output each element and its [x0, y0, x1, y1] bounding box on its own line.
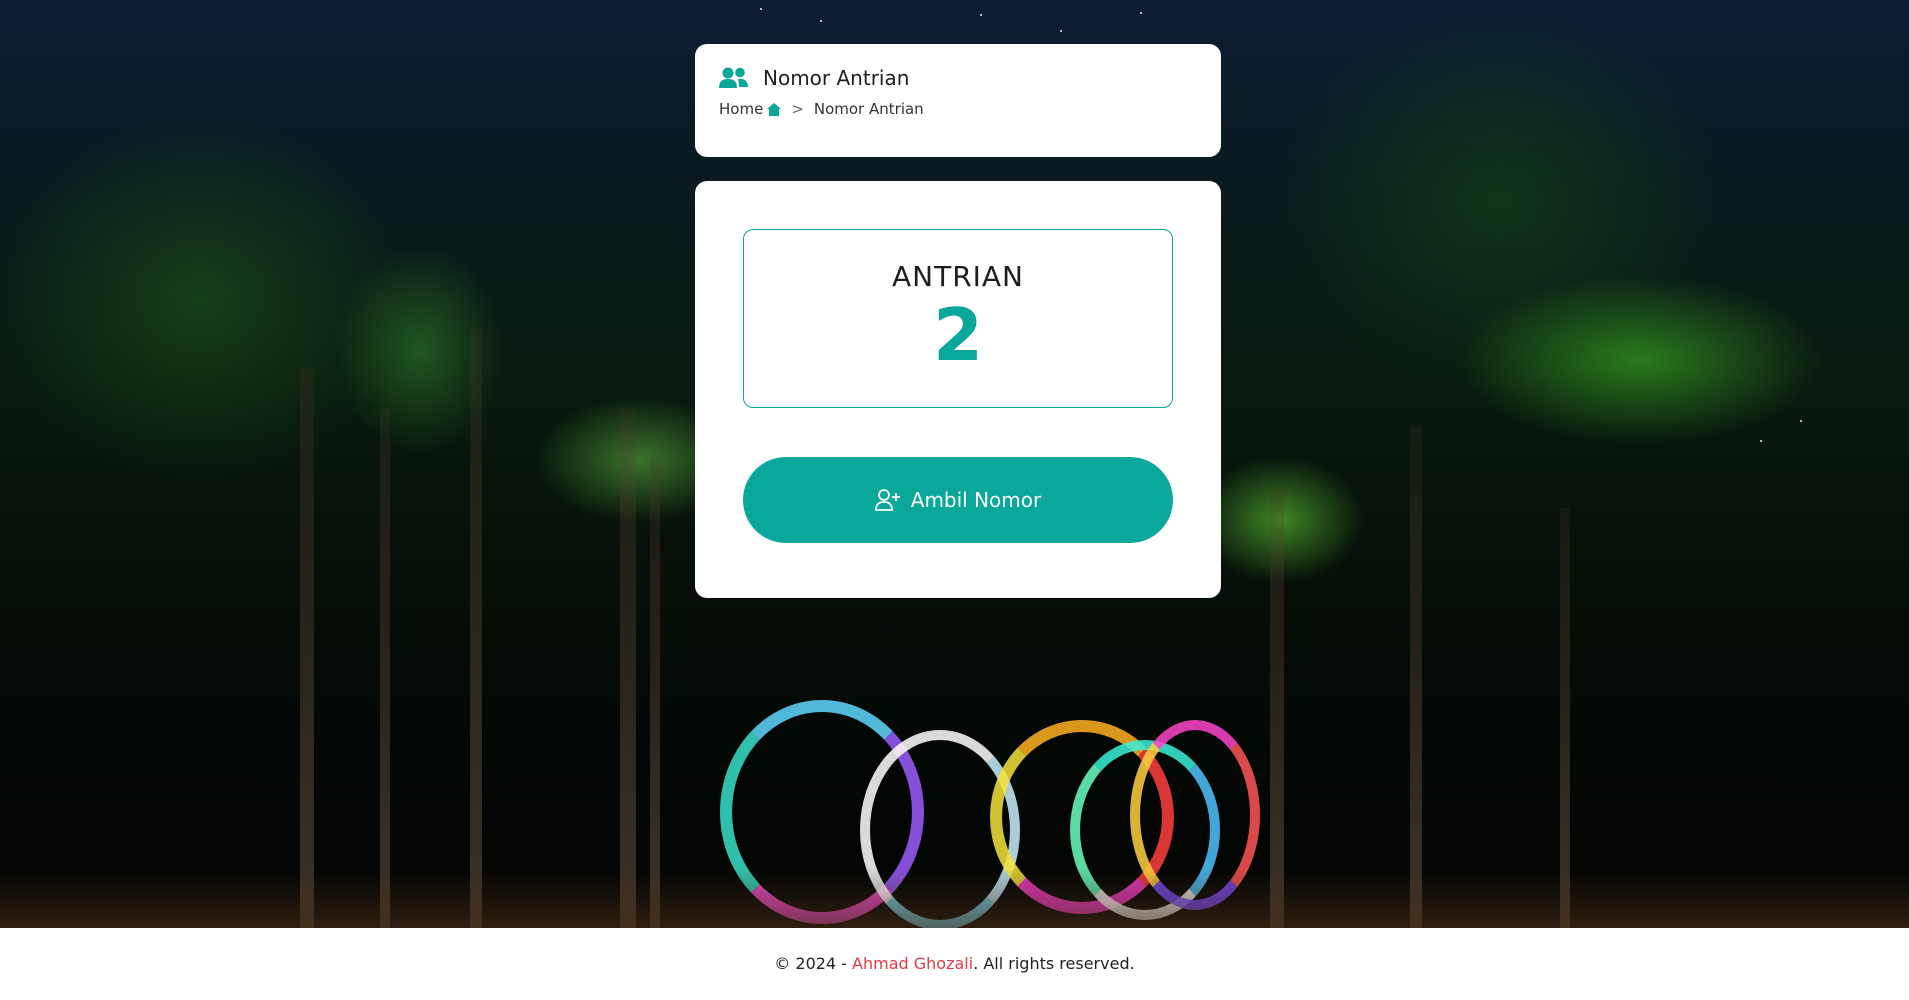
star [1060, 30, 1062, 32]
user-plus-icon [874, 489, 901, 511]
star [760, 8, 762, 10]
page: Nomor Antrian Home > Nomor Antrian ANTRI… [0, 0, 1909, 1000]
tree-trunk [300, 368, 314, 928]
footer: © 2024 - Ahmad Ghozali. All rights reser… [0, 928, 1909, 1000]
breadcrumb-separator: > [791, 100, 804, 118]
breadcrumb-home-link[interactable]: Home [719, 100, 782, 118]
users-icon [719, 67, 748, 89]
footer-prefix: © 2024 - [774, 954, 853, 973]
home-icon [767, 102, 782, 116]
star [980, 14, 982, 16]
footer-suffix: . All rights reserved. [973, 954, 1135, 973]
page-title: Nomor Antrian [763, 66, 910, 90]
breadcrumb: Home > Nomor Antrian [719, 100, 1197, 118]
star [820, 20, 822, 22]
take-number-button[interactable]: Ambil Nomor [743, 457, 1173, 543]
tree-trunk [650, 458, 660, 928]
take-number-label: Ambil Nomor [910, 488, 1042, 512]
tree-trunk [1270, 488, 1284, 928]
header-card: Nomor Antrian Home > Nomor Antrian [695, 44, 1221, 157]
tree-trunk [620, 408, 636, 928]
star [1800, 420, 1802, 422]
queue-display: ANTRIAN 2 [743, 229, 1173, 408]
star [1140, 12, 1142, 14]
tree-trunk [1410, 428, 1422, 928]
header-title-row: Nomor Antrian [719, 66, 1197, 90]
footer-author-link[interactable]: Ahmad Ghozali [852, 954, 973, 973]
queue-card: ANTRIAN 2 Ambil Nomor [695, 181, 1221, 598]
queue-label: ANTRIAN [891, 260, 1024, 293]
ground [0, 868, 1909, 928]
tree-trunk [380, 408, 390, 928]
queue-number: 2 [932, 293, 984, 377]
breadcrumb-current: Nomor Antrian [813, 100, 924, 118]
tree-trunk [1560, 508, 1570, 928]
tree-trunk [470, 328, 482, 928]
star [1760, 440, 1762, 442]
breadcrumb-home-label: Home [719, 100, 764, 118]
